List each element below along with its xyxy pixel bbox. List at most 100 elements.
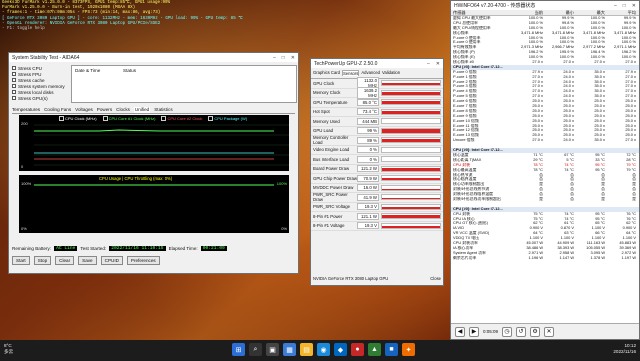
reset-icon[interactable]: ↺ (516, 326, 527, 337)
checkbox-box[interactable] (12, 78, 16, 82)
tab-temperatures[interactable]: Temperatures (12, 107, 40, 113)
weather-desc: 多云 (4, 349, 14, 354)
sensor-value: 121.1 W (357, 212, 379, 220)
close-icon[interactable]: ✕ (436, 61, 440, 67)
stop-button[interactable]: Stop (33, 256, 52, 265)
clear-button[interactable]: Clear (55, 256, 75, 265)
checkbox-box[interactable] (12, 66, 16, 70)
tab-unified[interactable]: Unified (133, 107, 151, 113)
sensor-row: GPU Chip Power Draw 70.9 W (311, 174, 443, 184)
sensor-value: 89 % (357, 136, 379, 144)
sensor-name: Bus Interface Load (313, 156, 350, 162)
sensor-value: 1.196 W (528, 255, 544, 260)
checkbox-box[interactable] (12, 72, 16, 76)
gpuz-app-icon[interactable]: ▲ (368, 343, 381, 356)
tab-cooling-fans[interactable]: Cooling Fans (44, 107, 71, 113)
checkbox-label: Stress local disks (18, 89, 54, 95)
preferences-button[interactable]: Preferences (126, 256, 160, 265)
sensor-graph (381, 80, 441, 87)
sensor-name: GPU Temperature (313, 99, 348, 105)
edge-icon[interactable]: ◉ (317, 343, 330, 356)
clock-icon[interactable]: ◷ (502, 326, 513, 337)
maximize-icon[interactable]: □ (623, 3, 626, 9)
sensor-value: 1.197 W (621, 255, 637, 260)
minimize-icon[interactable]: – (427, 61, 430, 67)
clock-date: 2022/11/16 (613, 349, 636, 354)
sensor-fill (382, 177, 440, 181)
tab-sensors[interactable]: Sensors (342, 70, 360, 76)
column-header[interactable]: 最小 (544, 10, 575, 15)
sensor-graph (381, 137, 441, 144)
aida-buttons: Start Stop Clear Save CPUID Preferences (12, 256, 295, 268)
checkbox-label: Stress system memory (18, 83, 65, 89)
column-header[interactable]: 当前 (513, 10, 544, 15)
sensor-value: 1639.2 MHz (357, 86, 379, 99)
window-title: HWiNFO64 v7.20-4700 - 传感器状态 (454, 3, 536, 9)
elapsed-label: Elapsed Time: (168, 245, 198, 251)
furmark-app-icon[interactable]: ✦ (402, 343, 415, 356)
settings-icon[interactable]: ⚙ (530, 326, 541, 337)
close-icon[interactable]: ✕ (632, 3, 636, 9)
aida64-app-icon[interactable]: ● (351, 343, 364, 356)
maximize-icon[interactable]: □ (282, 55, 285, 61)
sensor-fill (382, 110, 440, 114)
sensor-value: 444 MB (357, 117, 379, 125)
hwinfo-app-icon[interactable]: ■ (385, 343, 398, 356)
store-icon[interactable]: ◆ (334, 343, 347, 356)
tab-graphics-card[interactable]: Graphics Card (313, 70, 340, 76)
close-icon[interactable]: ✕ (291, 55, 295, 61)
sensor-row: Hot Spot 73.4 °C (311, 108, 443, 117)
stress-gpu-checkbox[interactable]: Stress GPU(s) (12, 95, 70, 101)
aida64-titlebar[interactable]: System Stability Test - AIDA64 – □ ✕ (9, 53, 298, 62)
column-header[interactable]: 传感器 (451, 10, 513, 15)
close-button[interactable]: Close (430, 276, 441, 281)
arrow-left-icon[interactable]: ◀ (455, 326, 465, 337)
widgets-icon[interactable]: ▦ (283, 343, 296, 356)
save-button[interactable]: Save (78, 256, 97, 265)
weather-widget[interactable]: 8°C 多云 (4, 343, 13, 355)
test-started-value: 2022/11/16 11:10:15 (109, 245, 166, 251)
sensor-graph (381, 194, 441, 201)
column-header[interactable]: 最大 (575, 10, 606, 15)
sensor-fill (382, 225, 440, 228)
cpuid-button[interactable]: CPUID (100, 256, 123, 265)
system-tray[interactable]: 10:12 2022/11/16 (613, 343, 636, 355)
column-header[interactable]: 平均 (606, 10, 637, 15)
checkbox-box[interactable] (12, 96, 16, 100)
start-icon[interactable]: ⊞ (232, 343, 245, 356)
search-icon[interactable]: ⌕ (249, 343, 262, 356)
tab-powers[interactable]: Powers (97, 107, 112, 113)
gpu-select[interactable]: NVIDIA GeForce RTX 3080 Laptop GPU (313, 276, 388, 281)
sensor-value: 99 % (357, 127, 379, 135)
cpu-usage-graph: CPU Usage | CPU Throttling (max: 0%) 100… (19, 175, 289, 233)
graph1-plot (34, 124, 289, 166)
sensor-fill (382, 128, 440, 133)
task-view-icon[interactable]: ▣ (266, 343, 279, 356)
tab-advanced[interactable]: Advanced (361, 70, 380, 76)
sensor-fill (382, 197, 440, 200)
checkbox-box[interactable] (12, 84, 16, 88)
tab-voltages[interactable]: Voltages (75, 107, 93, 113)
sensor-graph (381, 165, 441, 172)
tab-statistics[interactable]: Statistics (154, 107, 172, 113)
file-explorer-icon[interactable]: ▤ (300, 343, 313, 356)
sensor-row: Video Engine Load 0 % (311, 146, 443, 155)
arrow-right-icon[interactable]: ▶ (469, 326, 479, 337)
close-icon[interactable]: ✕ (544, 326, 555, 337)
sensor-row[interactable]: 剩余芯片功率 1.196 W 1.147 W 1.378 W 1.197 W (451, 256, 639, 261)
sensor-name: 剩余芯片功率 (453, 255, 477, 260)
tab-validation[interactable]: Validation (382, 70, 400, 76)
sensor-row: Memory Controller Load 89 % (311, 135, 443, 146)
date-header: Date & Time (75, 68, 101, 73)
checkbox-box[interactable] (12, 90, 16, 94)
stress-memory-checkbox[interactable]: Stress system memory (12, 83, 70, 89)
hwinfo-titlebar[interactable]: HWiNFO64 v7.20-4700 - 传感器状态 – □ ✕ (451, 1, 639, 10)
gpuz-titlebar[interactable]: TechPowerUp GPU-Z 2.50.0 – ✕ (311, 59, 443, 68)
minimize-icon[interactable]: – (273, 55, 276, 61)
graph2-plot (34, 184, 274, 186)
tab-clocks[interactable]: Clocks (116, 107, 130, 113)
start-button[interactable]: Start (12, 256, 30, 265)
sensor-list: GPU Clock 1132.0 MHz Memory Clock 1639.2 MH… (311, 77, 443, 231)
minimize-icon[interactable]: – (614, 3, 617, 9)
sensor-name: MVDDC Power Draw (313, 185, 354, 191)
